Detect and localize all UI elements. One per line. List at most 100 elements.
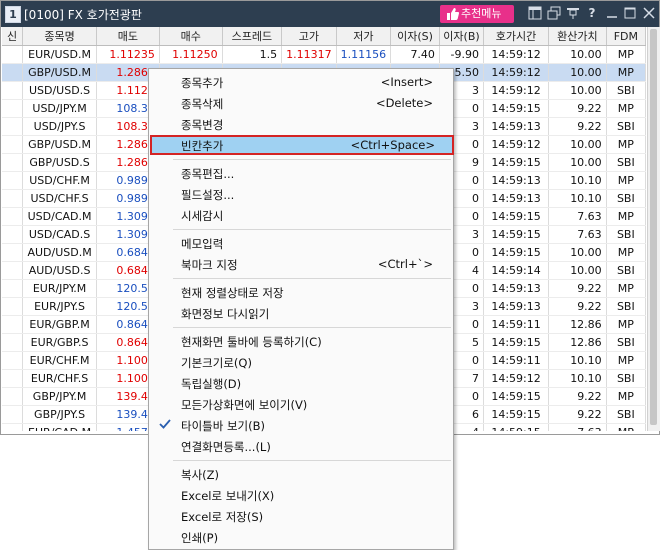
table-row[interactable]: EUR/USD.M 1.11235 1.11250 1.5 1.11317 1.11156… — [2, 45, 646, 64]
table-cell: USD/JPY.M — [22, 99, 98, 118]
menu-item[interactable]: 인쇄(P) — [151, 527, 451, 547]
menu-item-label: 현재화면 툴바에 등록하기(C) — [181, 335, 322, 349]
column-header[interactable]: 신 — [2, 27, 24, 46]
table-cell: MP — [606, 351, 646, 370]
menu-item[interactable]: 시세감시 — [151, 205, 451, 225]
table-cell: 1.11156 — [336, 45, 392, 64]
help-icon[interactable]: ? — [585, 6, 599, 20]
table-cell: 14:59:11 — [483, 315, 550, 334]
pin-icon[interactable] — [566, 6, 580, 20]
table-cell: 12.86 — [548, 315, 607, 334]
menu-item-shortcut: <Ctrl+Space> — [350, 138, 435, 152]
column-header[interactable]: 매도 — [96, 27, 160, 46]
window-title: [0100] FX 호가전광판 — [24, 8, 142, 22]
vertical-scrollbar[interactable] — [647, 27, 660, 431]
table-cell — [2, 135, 24, 154]
table-cell: EUR/GBP.S — [22, 333, 98, 352]
table-cell: 14:59:12 — [483, 81, 550, 100]
table-cell: MP — [606, 315, 646, 334]
table-cell: 7.63 — [548, 423, 607, 431]
table-cell: USD/CAD.M — [22, 207, 98, 226]
maximize-icon[interactable] — [623, 6, 637, 20]
menu-item-label: Excel로 보내기(X) — [181, 489, 275, 503]
column-header[interactable]: FDM — [606, 27, 646, 46]
menu-item[interactable]: 복사(Z) — [151, 464, 451, 484]
menu-item[interactable]: 현재화면 툴바에 등록하기(C) — [151, 331, 451, 351]
menu-item-label: 종목삭제 — [181, 97, 224, 111]
menu-item[interactable]: 모든가상화면에 보이기(V) — [151, 394, 451, 414]
recommend-menu-button[interactable]: 추천메뉴 — [440, 5, 514, 23]
column-header[interactable]: 종목명 — [22, 27, 98, 46]
table-cell: 9.22 — [548, 117, 607, 136]
column-header[interactable]: 호가시간 — [483, 27, 550, 46]
menu-item[interactable]: 종목삭제 <Delete> — [151, 93, 451, 113]
menu-item[interactable]: Excel로 보내기(X) — [151, 485, 451, 505]
menu-item[interactable]: 북마크 지정 <Ctrl+`> — [151, 254, 451, 274]
link-screen-icon[interactable] — [528, 6, 542, 20]
menu-item[interactable]: 종목변경 — [151, 114, 451, 134]
table-cell: SBI — [606, 333, 646, 352]
table-cell: USD/CAD.S — [22, 225, 98, 244]
scrollbar-thumb[interactable] — [650, 29, 657, 425]
title-bar[interactable]: 1 [0100] FX 호가전광판 추천메뉴 ? — [1, 1, 659, 27]
table-cell: 14:59:13 — [483, 117, 550, 136]
table-cell: 7.63 — [548, 225, 607, 244]
menu-item[interactable]: 메모입력 — [151, 233, 451, 253]
table-cell — [2, 207, 24, 226]
table-cell — [2, 297, 24, 316]
table-cell: 14:59:15 — [483, 387, 550, 406]
table-cell — [2, 315, 24, 334]
table-cell — [2, 81, 24, 100]
screen-number-icon: 1 — [5, 6, 21, 23]
table-cell: 10.10 — [548, 189, 607, 208]
table-cell: 1.11235 — [96, 45, 160, 64]
menu-item[interactable]: 종목추가 <Insert> — [151, 72, 451, 92]
column-header[interactable]: 이자(B) — [439, 27, 485, 46]
table-cell: 14:59:12 — [483, 369, 550, 388]
menu-separator — [173, 159, 451, 160]
table-cell — [2, 45, 24, 64]
menu-item[interactable]: 화면정보 다시읽기 — [151, 303, 451, 323]
menu-item-label: 북마크 지정 — [181, 258, 238, 272]
menu-item[interactable]: 기본크기로(Q) — [151, 352, 451, 372]
table-cell: AUD/USD.M — [22, 243, 98, 262]
column-header[interactable]: 스프레드 — [222, 27, 283, 46]
table-cell: 10.10 — [548, 351, 607, 370]
table-cell: EUR/CHF.S — [22, 369, 98, 388]
column-header[interactable]: 환산가치 — [548, 27, 607, 46]
table-cell — [2, 423, 24, 431]
close-icon[interactable] — [642, 6, 656, 20]
table-cell: MP — [606, 207, 646, 226]
menu-item[interactable]: 독립실행(D) — [151, 373, 451, 393]
table-cell: 10.00 — [548, 153, 607, 172]
menu-separator — [173, 460, 451, 461]
menu-item-label: 시세감시 — [181, 209, 224, 223]
menu-item[interactable]: 현재 정렬상태로 저장 — [151, 282, 451, 302]
menu-item-shortcut: <Insert> — [380, 75, 433, 89]
table-cell: 12.86 — [548, 333, 607, 352]
table-cell: 14:59:12 — [483, 63, 550, 82]
column-header[interactable]: 고가 — [281, 27, 337, 46]
table-cell: 1.5 — [222, 45, 283, 64]
table-cell: 14:59:15 — [483, 333, 550, 352]
table-cell: 10.00 — [548, 135, 607, 154]
column-header[interactable]: 매수 — [159, 27, 223, 46]
column-header[interactable]: 저가 — [336, 27, 392, 46]
checkmark-icon — [159, 419, 171, 429]
minimize-icon[interactable] — [605, 6, 619, 20]
column-header[interactable]: 이자(S) — [390, 27, 440, 46]
table-cell: MP — [606, 171, 646, 190]
menu-item[interactable]: 필드설정... — [151, 184, 451, 204]
menu-item[interactable]: Excel로 저장(S) — [151, 506, 451, 526]
menu-item[interactable]: 종목편집... — [151, 163, 451, 183]
table-cell — [2, 387, 24, 406]
table-cell: 14:59:12 — [483, 135, 550, 154]
menu-item[interactable]: 연결화면등록...(L) — [151, 436, 451, 456]
table-cell: MP — [606, 135, 646, 154]
menu-item[interactable]: 빈칸추가 <Ctrl+Space> — [150, 135, 454, 155]
table-cell: MP — [606, 99, 646, 118]
duplicate-window-icon[interactable] — [547, 6, 561, 20]
menu-separator — [173, 229, 451, 230]
menu-item-shortcut: <Delete> — [375, 96, 433, 110]
menu-item[interactable]: 타이틀바 보기(B) — [151, 415, 451, 435]
